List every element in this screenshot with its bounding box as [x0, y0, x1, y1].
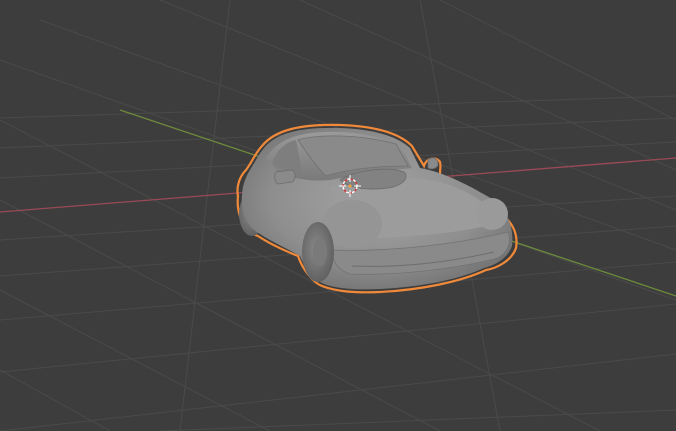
viewport-canvas[interactable] — [0, 0, 676, 431]
car-model[interactable] — [236, 123, 518, 294]
right-fender — [476, 198, 508, 230]
3d-viewport[interactable] — [0, 0, 676, 431]
front-wheel-hub — [313, 238, 327, 266]
far-mirror — [427, 157, 439, 170]
side-mirror — [274, 169, 296, 185]
